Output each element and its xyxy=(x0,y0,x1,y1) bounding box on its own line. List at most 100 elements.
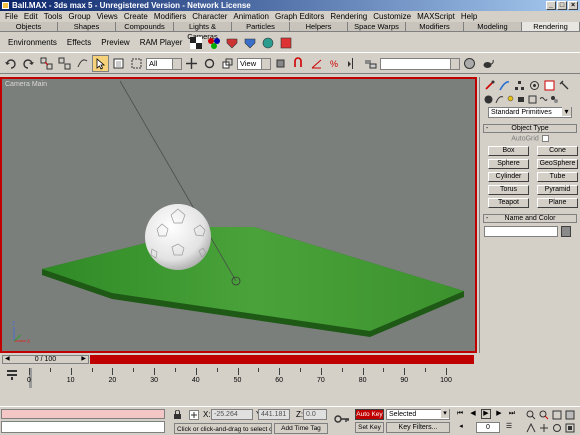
current-frame-field[interactable]: 0 xyxy=(476,422,500,433)
y-coordinate-field[interactable]: 441.181 xyxy=(258,409,290,420)
hierarchy-tab-icon[interactable] xyxy=(513,79,526,91)
minimize-button[interactable]: _ xyxy=(546,1,556,10)
tab-modeling[interactable]: Modeling xyxy=(464,22,522,31)
tab-particles[interactable]: Particles xyxy=(232,22,290,31)
redo-icon[interactable] xyxy=(20,55,37,72)
selection-lock-icon[interactable] xyxy=(172,410,182,420)
utilities-tab-icon[interactable] xyxy=(558,79,571,91)
menu-group[interactable]: Group xyxy=(65,11,93,22)
maximize-button[interactable]: □ xyxy=(557,1,567,10)
material-editor-icon[interactable] xyxy=(206,35,222,51)
set-key-button[interactable]: Set Key xyxy=(355,422,384,433)
add-time-tag-button[interactable]: Add Time Tag xyxy=(274,423,328,434)
name-and-color-rollout[interactable]: - Name and Color xyxy=(483,214,577,224)
maximize-viewport-icon[interactable] xyxy=(564,422,575,433)
key-icon[interactable] xyxy=(334,413,350,425)
geosphere-button[interactable]: GeoSphere xyxy=(537,159,578,170)
select-and-scale-icon[interactable] xyxy=(219,55,236,72)
menu-modifiers[interactable]: Modifiers xyxy=(151,11,189,22)
time-slider-track[interactable] xyxy=(90,355,474,364)
menu-graph-editors[interactable]: Graph Editors xyxy=(272,11,327,22)
plane-button[interactable]: Plane xyxy=(537,198,578,209)
tab-rendering[interactable]: Rendering xyxy=(522,22,580,31)
render-scene-icon[interactable] xyxy=(224,35,240,51)
menu-edit[interactable]: Edit xyxy=(21,11,41,22)
primitive-category-select[interactable]: Standard Primitives xyxy=(488,107,572,118)
reference-coordinate-select[interactable]: View xyxy=(237,57,271,70)
modify-tab-icon[interactable] xyxy=(498,79,511,91)
menu-rendering[interactable]: Rendering xyxy=(327,11,370,22)
unlink-selection-icon[interactable] xyxy=(56,55,73,72)
tab-compounds[interactable]: Compounds xyxy=(116,22,174,31)
tube-button[interactable]: Tube xyxy=(537,172,578,183)
rectangular-selection-icon[interactable] xyxy=(128,55,145,72)
tab-helpers[interactable]: Helpers xyxy=(290,22,348,31)
torus-button[interactable]: Torus xyxy=(488,185,529,196)
quick-render-icon[interactable] xyxy=(242,35,258,51)
go-to-start-icon[interactable]: ⏮ xyxy=(455,409,465,419)
previous-frame-icon[interactable]: ◀ xyxy=(468,409,478,419)
tab-modifiers[interactable]: Modifiers xyxy=(406,22,464,31)
maxscript-listener-mini[interactable] xyxy=(1,409,165,419)
tab-objects[interactable]: Objects xyxy=(0,22,58,31)
key-selection-select[interactable]: Selected xyxy=(386,409,450,420)
key-mode-icon[interactable]: ◂ xyxy=(456,422,466,432)
close-button[interactable]: × xyxy=(568,1,578,10)
align-icon[interactable] xyxy=(362,55,379,72)
absolute-relative-toggle-icon[interactable] xyxy=(189,410,199,420)
effects-button[interactable]: Effects xyxy=(63,38,95,47)
lights-icon[interactable] xyxy=(505,94,515,104)
menu-character[interactable]: Character xyxy=(189,11,230,22)
use-pivot-center-icon[interactable] xyxy=(272,55,289,72)
snaps-toggle-icon[interactable] xyxy=(290,55,307,72)
cameras-icon[interactable] xyxy=(516,94,526,104)
zoom-all-icon[interactable] xyxy=(538,409,549,420)
undo-icon[interactable] xyxy=(2,55,19,72)
menu-file[interactable]: File xyxy=(2,11,21,22)
track-bar[interactable]: 0 10 20 30 40 50 60 70 80 90 100 xyxy=(0,364,580,404)
percent-snap-icon[interactable]: % xyxy=(326,55,343,72)
ram-player-button[interactable]: RAM Player xyxy=(136,38,187,47)
mini-curve-editor-icon[interactable] xyxy=(4,367,20,381)
geometry-icon[interactable] xyxy=(483,94,493,104)
camera-viewport[interactable]: Camera Main x z xyxy=(0,77,477,353)
active-shade-icon[interactable] xyxy=(278,35,294,51)
time-slider[interactable]: ◀ 0 / 100 ▶ xyxy=(2,355,89,364)
autogrid-toggle[interactable]: AutoGrid xyxy=(480,135,580,142)
menu-maxscript[interactable]: MAXScript xyxy=(414,11,458,22)
tab-space-warps[interactable]: Space Warps xyxy=(348,22,406,31)
object-type-rollout[interactable]: - Object Type xyxy=(483,124,577,133)
time-configuration-icon[interactable]: ☰ xyxy=(504,422,514,432)
z-coordinate-field[interactable]: 0.0 xyxy=(303,409,327,420)
render-teapot-icon[interactable] xyxy=(479,55,496,72)
checker-material-icon[interactable] xyxy=(188,35,204,51)
play-icon[interactable]: ▶ xyxy=(481,409,491,419)
key-filters-button[interactable]: Key Filters... xyxy=(386,422,450,433)
menu-tools[interactable]: Tools xyxy=(41,11,66,22)
bind-space-warp-icon[interactable] xyxy=(74,55,91,72)
menu-create[interactable]: Create xyxy=(121,11,151,22)
select-by-name-icon[interactable] xyxy=(110,55,127,72)
render-last-icon[interactable] xyxy=(260,35,276,51)
menu-help[interactable]: Help xyxy=(458,11,480,22)
x-coordinate-field[interactable]: -25.264 xyxy=(211,409,253,420)
box-button[interactable]: Box xyxy=(488,146,529,157)
display-tab-icon[interactable] xyxy=(543,79,556,91)
environments-button[interactable]: Environments xyxy=(4,38,61,47)
zoom-extents-all-icon[interactable] xyxy=(564,409,575,420)
tab-lights-cameras[interactable]: Lights & Cameras xyxy=(174,22,232,41)
named-selection-select[interactable] xyxy=(380,57,460,70)
select-and-link-icon[interactable] xyxy=(38,55,55,72)
systems-icon[interactable] xyxy=(549,94,559,104)
teapot-button[interactable]: Teapot xyxy=(488,198,529,209)
select-and-rotate-icon[interactable] xyxy=(201,55,218,72)
select-object-icon[interactable] xyxy=(92,55,109,72)
next-frame-icon[interactable]: ▶ xyxy=(494,409,504,419)
orbit-icon[interactable] xyxy=(551,422,562,433)
material-editor-sphere-icon[interactable] xyxy=(461,55,478,72)
field-of-view-icon[interactable] xyxy=(525,422,536,433)
frame-ruler[interactable]: 0 10 20 30 40 50 60 70 80 90 100 xyxy=(27,368,476,388)
create-tab-icon[interactable] xyxy=(483,79,496,91)
mirror-icon[interactable] xyxy=(344,55,361,72)
zoom-icon[interactable] xyxy=(525,409,536,420)
